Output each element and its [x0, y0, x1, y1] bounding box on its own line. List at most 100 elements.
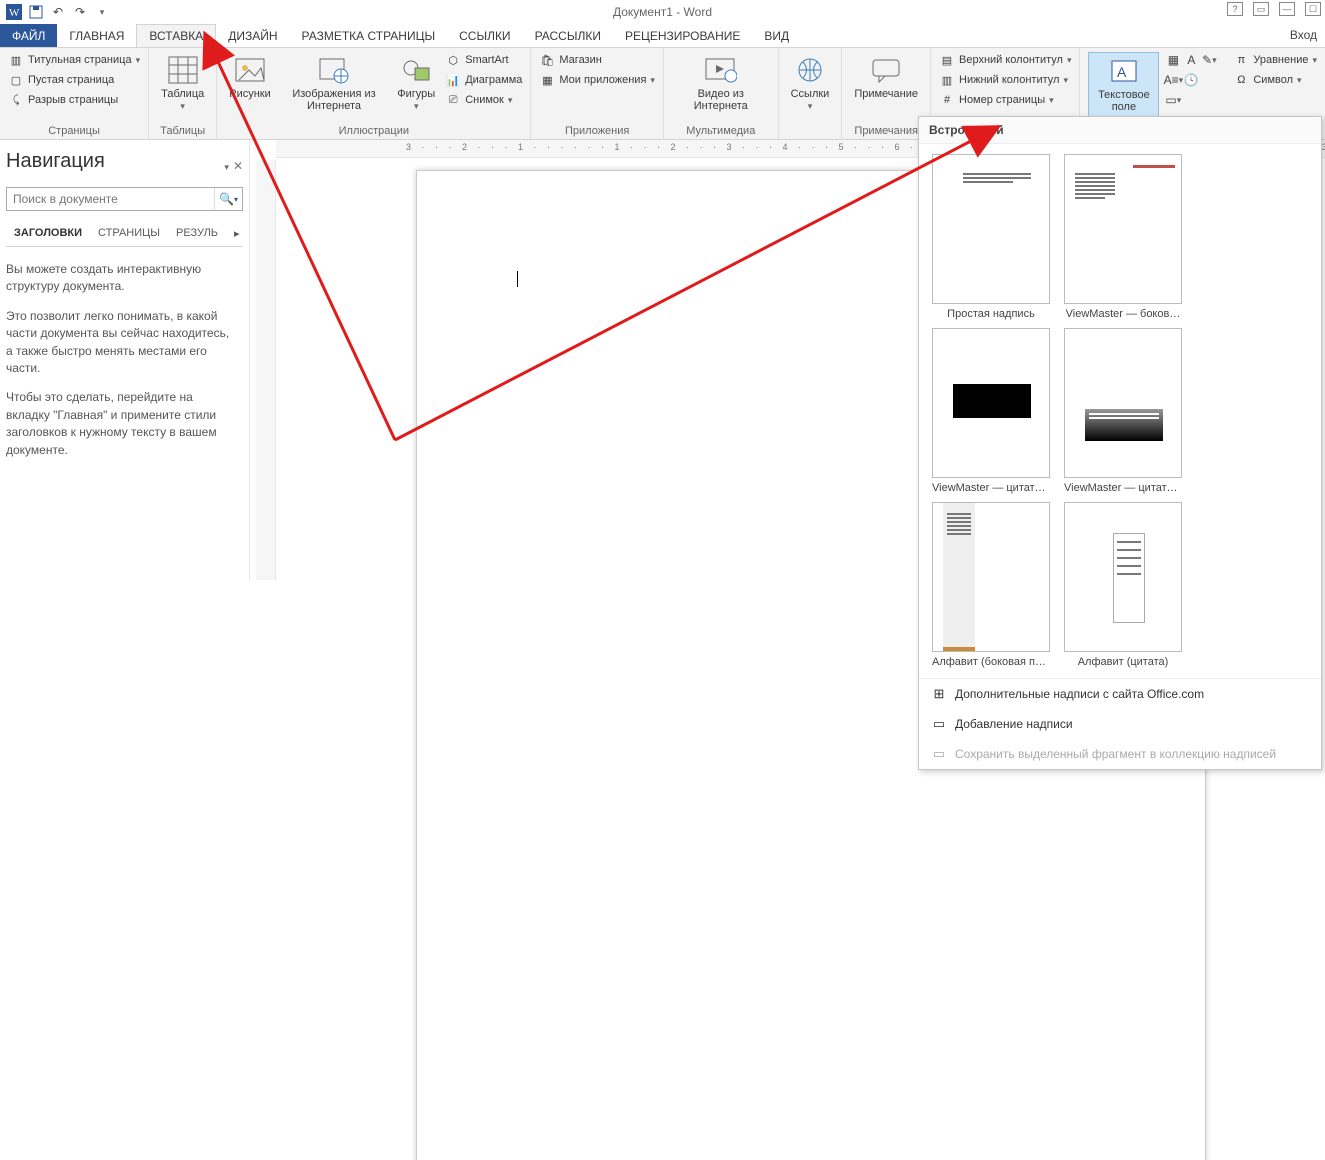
my-apps-button[interactable]: ▦ Мои приложения [539, 72, 655, 88]
qat-customize-icon[interactable] [94, 4, 110, 20]
page-number-button[interactable]: # Номер страницы [939, 92, 1071, 108]
tab-mailings[interactable]: РАССЫЛКИ [523, 24, 613, 47]
links-label: Ссылки [791, 88, 830, 100]
gallery-thumb-2 [932, 328, 1050, 478]
group-links-label [787, 135, 834, 137]
cover-page-button[interactable]: ▥Титульная страница [8, 52, 140, 68]
nav-tab-pages[interactable]: СТРАНИЦЫ [90, 221, 168, 246]
online-video-button[interactable]: Видео из Интернета [672, 52, 770, 114]
online-pictures-button[interactable]: Изображения из Интернета [281, 52, 388, 114]
header-button[interactable]: ▤Верхний колонтитул [939, 52, 1071, 68]
navigation-pane: Навигация ✕ 🔍▾ ЗАГОЛОВКИ СТРАНИЦЫ РЕЗУЛЬ… [0, 140, 250, 580]
screenshot-button[interactable]: ⎚Снимок [445, 92, 522, 108]
footer-label: Нижний колонтитул [959, 74, 1059, 86]
group-apps-label: Приложения [539, 123, 655, 137]
comment-button[interactable]: Примечание [850, 52, 922, 102]
ribbon-options-icon[interactable]: ▭ [1253, 2, 1269, 16]
save-label: Сохранить выделенный фрагмент в коллекци… [955, 747, 1276, 761]
my-apps-icon: ▦ [539, 72, 555, 88]
help-icon[interactable]: ? [1227, 2, 1243, 16]
minimize-icon[interactable]: — [1279, 2, 1295, 16]
search-box[interactable]: 🔍▾ [6, 187, 243, 211]
signature-icon[interactable]: ✎ [1201, 52, 1217, 68]
gallery-label-4: Алфавит (боковая по… [932, 656, 1050, 668]
group-media: Видео из Интернета Мультимедиа [664, 48, 779, 139]
gallery-item-4[interactable]: Алфавит (боковая по… [929, 502, 1053, 668]
tab-file[interactable]: ФАЙЛ [0, 24, 57, 47]
nav-tabs: ЗАГОЛОВКИ СТРАНИЦЫ РЕЗУЛЬ ▸ [6, 221, 243, 247]
nav-help-p1: Вы можете создать интерактивную структур… [6, 261, 239, 296]
video-label: Видео из Интернета [676, 88, 766, 112]
search-icon[interactable]: 🔍▾ [214, 188, 242, 210]
tab-review[interactable]: РЕЦЕНЗИРОВАНИЕ [613, 24, 752, 47]
date-time-icon[interactable]: 🕓 [1183, 72, 1199, 88]
screenshot-label: Снимок [465, 94, 504, 106]
tab-layout[interactable]: РАЗМЕТКА СТРАНИЦЫ [290, 24, 448, 47]
nav-close-icon[interactable]: ✕ [233, 159, 243, 173]
blank-page-button[interactable]: ▢Пустая страница [8, 72, 140, 88]
table-button[interactable]: Таблица [157, 52, 208, 114]
nav-tab-results[interactable]: РЕЗУЛЬ [168, 221, 226, 246]
nav-tab-headings[interactable]: ЗАГОЛОВКИ [6, 221, 90, 246]
nav-help-p2: Это позволит легко понимать, в какой час… [6, 308, 239, 378]
group-links: Ссылки [779, 48, 843, 139]
svg-text:W: W [9, 7, 20, 19]
gallery-header: Встроенный [919, 117, 1321, 144]
nav-tab-more[interactable]: ▸ [226, 221, 248, 246]
dropcap-icon[interactable]: A≡ [1165, 72, 1181, 88]
maximize-icon[interactable]: ☐ [1305, 2, 1321, 16]
tab-insert[interactable]: ВСТАВКА [136, 24, 216, 47]
group-pages: ▥Титульная страница ▢Пустая страница ⤹Ра… [0, 48, 149, 139]
ribbon-tabs: ФАЙЛ ГЛАВНАЯ ВСТАВКА ДИЗАЙН РАЗМЕТКА СТР… [0, 24, 1325, 48]
shapes-icon [400, 54, 432, 86]
text-box-label: Текстовое поле [1093, 89, 1154, 113]
pictures-button[interactable]: Рисунки [225, 52, 275, 102]
cover-page-label: Титульная страница [28, 54, 132, 66]
svg-text:A: A [1117, 64, 1127, 80]
footer-button[interactable]: ▥Нижний колонтитул [939, 72, 1071, 88]
nav-menu-icon[interactable] [224, 159, 229, 173]
tab-references[interactable]: ССЫЛКИ [447, 24, 522, 47]
gallery-thumb-4 [932, 502, 1050, 652]
title-bar: W ↶ ↷ Документ1 - Word ? ▭ — ☐ [0, 0, 1325, 24]
page-number-label: Номер страницы [959, 94, 1045, 106]
pictures-icon [234, 54, 266, 86]
page-break-button[interactable]: ⤹Разрыв страницы [8, 92, 140, 108]
gallery-label-5: Алфавит (цитата) [1064, 656, 1182, 668]
gallery-item-5[interactable]: Алфавит (цитата) [1061, 502, 1185, 668]
links-button[interactable]: Ссылки [787, 52, 834, 114]
store-button[interactable]: 🛍Магазин [539, 52, 655, 68]
tab-design[interactable]: ДИЗАЙН [216, 24, 289, 47]
wordart-icon[interactable]: A [1183, 52, 1199, 68]
more-from-office-button[interactable]: ⊞Дополнительные надписи с сайта Office.c… [919, 679, 1321, 709]
smartart-button[interactable]: ⬡SmartArt [445, 52, 522, 68]
search-input[interactable] [7, 188, 214, 210]
save-icon[interactable] [28, 4, 44, 20]
my-apps-label: Мои приложения [559, 74, 646, 86]
draw-text-box-button[interactable]: ▭Добавление надписи [919, 709, 1321, 739]
quick-parts-icon[interactable]: ▦ [1165, 52, 1181, 68]
undo-icon[interactable]: ↶ [50, 4, 66, 20]
tab-view[interactable]: ВИД [752, 24, 801, 47]
equation-button[interactable]: πУравнение [1233, 52, 1317, 68]
group-illustrations: Рисунки Изображения из Интернета Фигуры … [217, 48, 531, 139]
symbol-button[interactable]: ΩСимвол [1233, 72, 1317, 88]
page-number-icon: # [939, 92, 955, 108]
smartart-label: SmartArt [465, 54, 508, 66]
store-label: Магазин [559, 54, 601, 66]
tab-home[interactable]: ГЛАВНАЯ [57, 24, 136, 47]
gallery-label-2: ViewMaster — цитата… [932, 482, 1050, 494]
online-pictures-icon [318, 54, 350, 86]
gallery-item-0[interactable]: Простая надпись [929, 154, 1053, 320]
sign-in-link[interactable]: Вход [1290, 28, 1317, 42]
redo-icon[interactable]: ↷ [72, 4, 88, 20]
page-break-icon: ⤹ [8, 92, 24, 108]
shapes-button[interactable]: Фигуры [393, 52, 439, 114]
vertical-ruler[interactable] [256, 160, 276, 580]
blank-page-icon: ▢ [8, 72, 24, 88]
gallery-item-1[interactable]: ViewMaster — боков… [1061, 154, 1185, 320]
gallery-item-2[interactable]: ViewMaster — цитата… [929, 328, 1053, 494]
object-icon[interactable]: ▭ [1165, 92, 1181, 108]
chart-button[interactable]: 📊Диаграмма [445, 72, 522, 88]
gallery-item-3[interactable]: ViewMaster — цитата… [1061, 328, 1185, 494]
